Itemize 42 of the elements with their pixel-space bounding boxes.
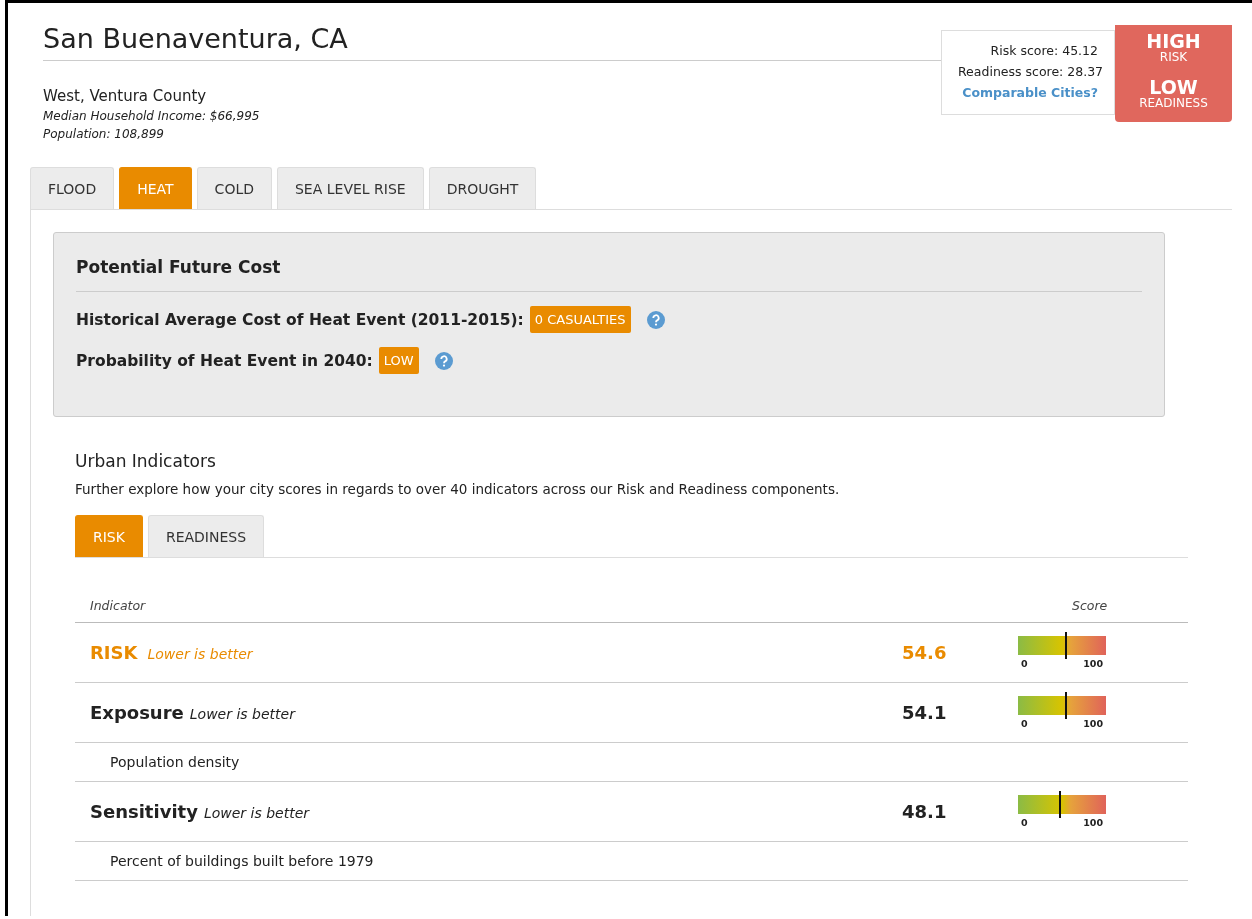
risk-label: RISK bbox=[1158, 51, 1189, 65]
help-icon[interactable] bbox=[434, 351, 453, 370]
indicator-name: RISK bbox=[90, 642, 138, 663]
help-icon[interactable] bbox=[646, 310, 665, 329]
readiness-level: LOW bbox=[1149, 78, 1198, 98]
future-cost-title: Potential Future Cost bbox=[76, 257, 282, 277]
indicator-name: Population density bbox=[110, 754, 240, 770]
gauge-max: 100 bbox=[1083, 817, 1103, 828]
gauge-min: 0 bbox=[1021, 658, 1028, 669]
cost-value: LOW bbox=[378, 347, 419, 374]
cost-label: Historical Average Cost of Heat Event (2011-2015): bbox=[76, 310, 524, 329]
column-header: Indicator bbox=[90, 597, 147, 613]
urban-indicators-title: Urban Indicators bbox=[75, 451, 217, 471]
indicator-note: Lower is better bbox=[189, 706, 295, 722]
score-value: 48.1 bbox=[902, 801, 948, 822]
hazard-tab[interactable]: SEA LEVEL RISE bbox=[277, 167, 424, 209]
hazard-tab[interactable]: FLOOD bbox=[30, 167, 115, 209]
gauge-min: 0 bbox=[1021, 718, 1028, 729]
readiness-label: READINESS bbox=[1138, 97, 1209, 111]
score-value: 54.6 bbox=[902, 642, 948, 663]
city-title: San Buenaventura, CA bbox=[43, 23, 941, 61]
region-text: West, Ventura County bbox=[43, 87, 208, 105]
indicator-name: Sensitivity bbox=[90, 801, 198, 822]
indicator-tab[interactable]: READINESS bbox=[147, 515, 265, 557]
urban-indicators-description: Further explore how your city scores in regards to over 40 indicators across our Risk and Readiness components. bbox=[75, 481, 841, 497]
indicator-name: Exposure bbox=[90, 702, 184, 723]
indicator-note: Lower is better bbox=[203, 805, 309, 821]
gauge-max: 100 bbox=[1083, 718, 1103, 729]
hazard-tab[interactable]: DROUGHT bbox=[428, 167, 537, 209]
gauge-max: 100 bbox=[1083, 658, 1103, 669]
risk-level: HIGH bbox=[1145, 32, 1202, 51]
indicator-name: Percent of buildings built before 1979 bbox=[110, 853, 374, 869]
population-text: Population: 108,899 bbox=[43, 127, 165, 141]
score-value: 54.1 bbox=[902, 702, 948, 723]
cost-label: Probability of Heat Event in 2040: bbox=[76, 351, 373, 370]
hazard-tab[interactable]: COLD bbox=[196, 167, 272, 209]
indicator-note: Lower is better bbox=[147, 646, 253, 662]
income-text: Median Household Income: $66,995 bbox=[43, 109, 261, 123]
column-header: Score bbox=[1072, 597, 1109, 613]
gauge-min: 0 bbox=[1021, 817, 1028, 828]
risk-score: Risk score: 45.12 bbox=[989, 43, 1098, 58]
cost-value: 0 CASUALTIES bbox=[529, 306, 631, 333]
